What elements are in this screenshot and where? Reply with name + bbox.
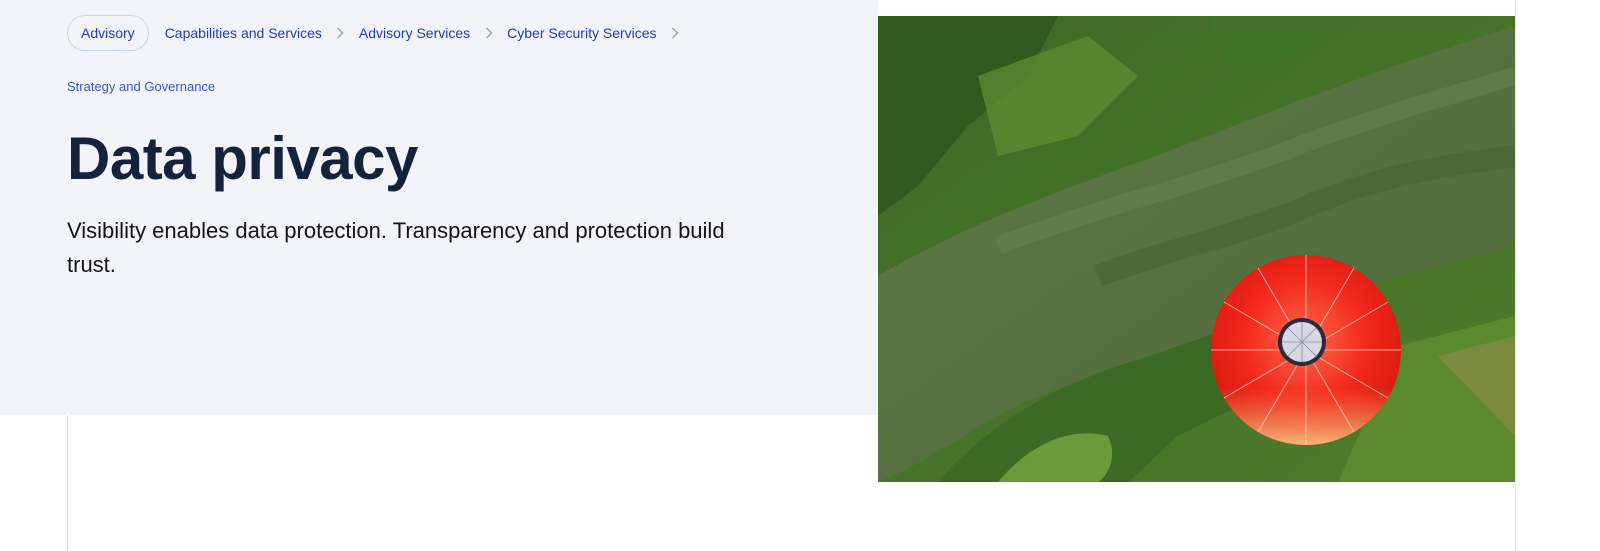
breadcrumb: Advisory Capabilities and Services Advis… [67, 15, 767, 94]
breadcrumb-item-capabilities[interactable]: Capabilities and Services [165, 25, 322, 41]
breadcrumb-current[interactable]: Strategy and Governance [67, 79, 767, 94]
page-edge-divider [1515, 0, 1516, 551]
page-title: Data privacy [67, 125, 418, 192]
breadcrumb-item-advisory[interactable]: Advisory [67, 15, 149, 51]
chevron-right-icon [657, 27, 694, 39]
chevron-right-icon [322, 27, 359, 39]
page-subtitle: Visibility enables data protection. Tran… [67, 218, 725, 277]
breadcrumb-item-advisory-services[interactable]: Advisory Services [359, 25, 470, 41]
hero-image [878, 16, 1515, 482]
breadcrumb-item-cyber-security[interactable]: Cyber Security Services [507, 25, 656, 41]
hot-air-balloon-photo-icon [878, 16, 1515, 482]
chevron-right-icon [470, 27, 507, 39]
content-divider [67, 415, 68, 551]
